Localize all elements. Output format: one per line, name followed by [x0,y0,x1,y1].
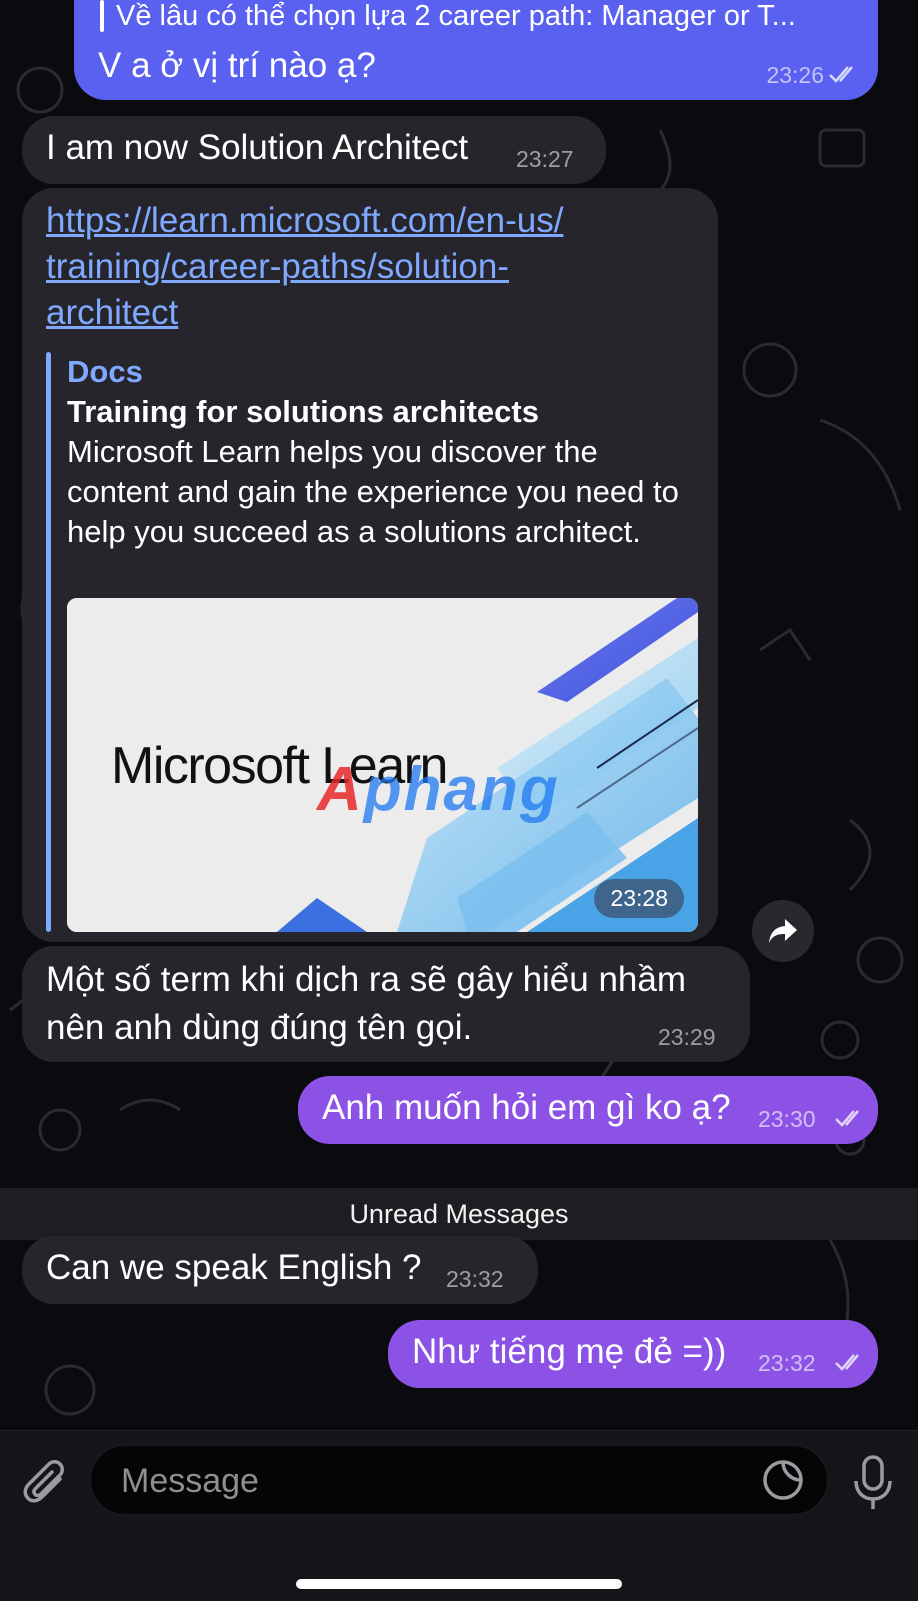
preview-accent-bar [46,352,51,932]
reply-quote-bar [100,0,104,32]
double-check-icon [829,66,853,83]
preview-image[interactable]: Microsoft Learn Aphang 23:28 [67,598,698,932]
link-preview-card[interactable]: Docs Training for solutions architects M… [46,352,698,932]
share-button[interactable] [752,900,814,962]
message-time: 23:32 [758,1350,816,1376]
message-time: 23:32 [446,1266,504,1292]
message-link-line-3[interactable]: architect [46,293,178,332]
preview-description: Microsoft Learn helps you discover the c… [67,434,679,549]
preview-title: Training for solutions architects [67,394,539,429]
message-text: Như tiếng mẹ đẻ =)) [412,1332,727,1371]
message-bubble-incoming[interactable]: Can we speak English ? 23:32 [22,1236,538,1304]
message-link-line-1[interactable]: https://learn.microsoft.com/en-us/ [46,201,563,240]
message-bubble-outgoing[interactable]: Anh muốn hỏi em gì ko ạ? 23:30 [298,1076,878,1144]
message-time: 23:26 [766,62,824,88]
message-bubble-outgoing[interactable]: Như tiếng mẹ đẻ =)) 23:32 [388,1320,878,1388]
double-check-icon [835,1110,859,1127]
message-bubble-incoming[interactable]: Một số term khi dịch ra sẽ gây hiểu nhầm… [22,946,750,1062]
message-bubble-link-preview[interactable]: https://learn.microsoft.com/en-us/ train… [22,188,718,942]
unread-messages-divider: Unread Messages [0,1188,918,1240]
message-input[interactable] [119,1446,723,1516]
double-check-icon [835,1354,859,1371]
link-block: https://learn.microsoft.com/en-us/ train… [46,198,706,336]
message-bubble-outgoing[interactable]: Về lâu có thể chọn lựa 2 career path: Ma… [74,0,878,100]
paperclip-icon [23,1460,64,1503]
message-link-line-2[interactable]: training/career-paths/solution- [46,247,509,286]
preview-site-name: Docs [67,354,143,389]
message-time: 23:27 [516,146,574,172]
microphone-icon [854,1455,892,1509]
message-time: 23:30 [758,1106,816,1132]
sticker-icon[interactable] [761,1458,805,1502]
message-composer [0,1430,918,1601]
message-input-container[interactable] [90,1445,828,1516]
message-time: 23:28 [594,879,684,918]
message-text: Một số term khi dịch ra sẽ gây hiểu nhầm… [46,960,687,1047]
voice-record-button[interactable] [848,1453,898,1513]
attach-button[interactable] [22,1457,72,1513]
home-indicator[interactable] [296,1579,622,1589]
reply-quote-text: Về lâu có thể chọn lựa 2 career path: Ma… [116,0,796,32]
share-icon [769,919,797,943]
message-text: I am now Solution Architect [46,128,469,167]
message-time: 23:29 [658,1024,716,1050]
message-text: V a ở vị trí nào ạ? [98,46,376,85]
message-bubble-incoming[interactable]: I am now Solution Architect 23:27 [22,116,606,184]
message-text: Anh muốn hỏi em gì ko ạ? [322,1088,731,1127]
watermark-logo: Aphang [317,755,560,824]
message-text: Can we speak English ? [46,1248,422,1287]
